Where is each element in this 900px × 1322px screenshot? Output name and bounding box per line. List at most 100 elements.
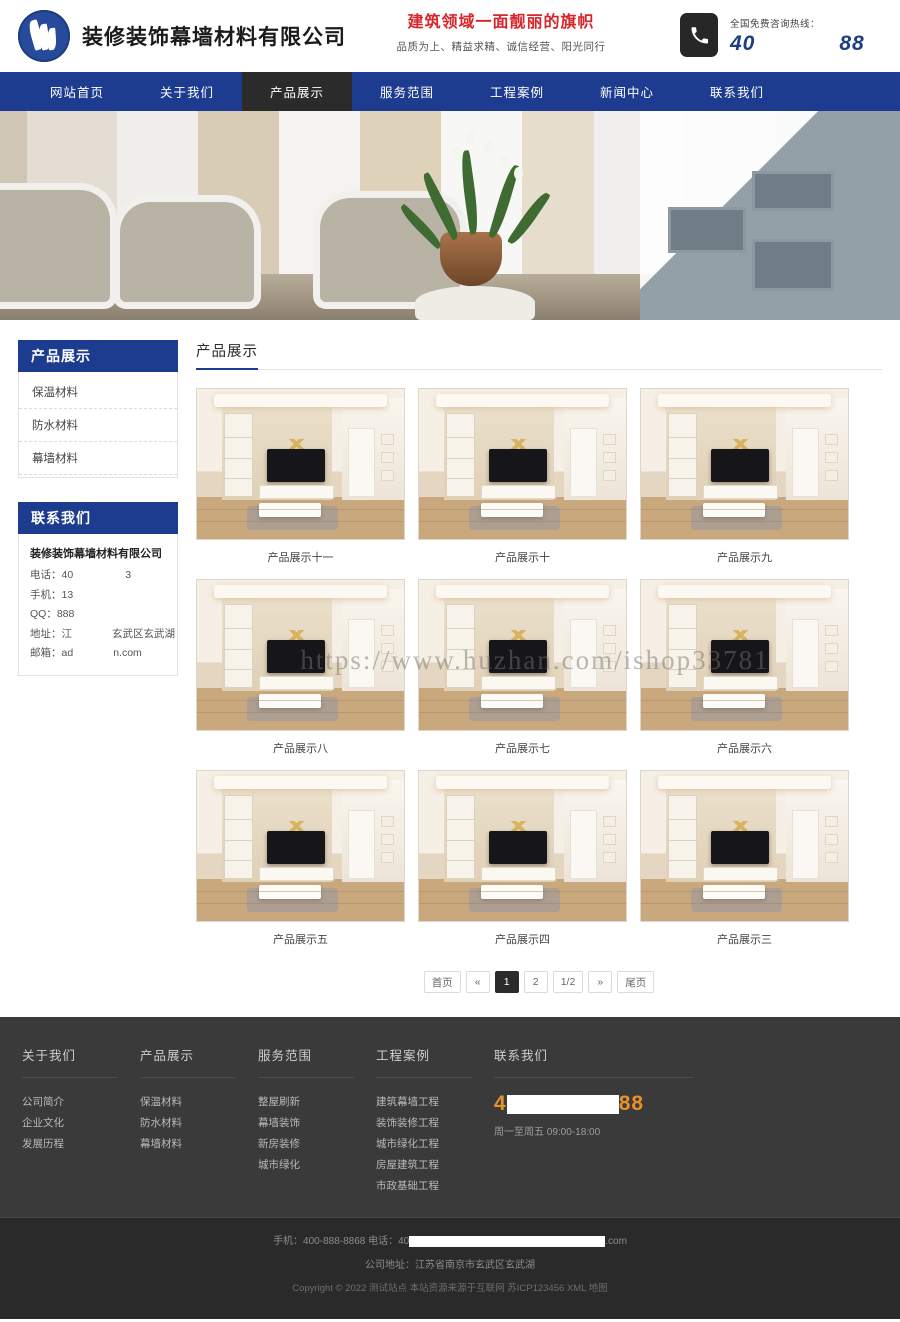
product-caption: 产品展示四	[495, 934, 550, 946]
sidebar-category-curtainwall[interactable]: 幕墙材料	[19, 442, 177, 475]
footer-link-culture[interactable]: 企业文化	[22, 1113, 140, 1134]
footer-phone-prefix: 4	[494, 1092, 507, 1115]
hotline-label: 全国免费咨询热线：	[730, 19, 821, 30]
footer-link-case-municipal[interactable]: 市政基础工程	[376, 1176, 494, 1197]
contact-label-email: 邮箱：	[30, 647, 62, 660]
product-card[interactable]: 产品展示五	[196, 770, 405, 947]
pagination-last[interactable]: 尾页	[617, 971, 655, 993]
brand-block[interactable]: 装修装饰幕墙材料有限公司	[18, 10, 346, 62]
product-card[interactable]: 产品展示四	[418, 770, 627, 947]
product-caption: 产品展示七	[495, 743, 550, 755]
footer-column-services: 服务范围 整屋刷新 幕墙装饰 新房装修 城市绿化	[258, 1045, 376, 1197]
sidebar-contact-qq: QQ：888	[30, 605, 166, 624]
footer-heading-about: 关于我们	[22, 1045, 118, 1078]
sidebar-contact-tel: 电话：40 3	[30, 566, 166, 585]
product-caption: 产品展示三	[717, 934, 772, 946]
product-card[interactable]: 产品展示九	[640, 388, 849, 565]
product-image[interactable]	[418, 770, 627, 922]
footer-column-about: 关于我们 公司简介 企业文化 发展历程	[22, 1045, 140, 1197]
page-title-bar: 产品展示	[196, 340, 882, 370]
hotline-number: 40 88	[730, 32, 882, 56]
sidebar-contact-panel: 联系我们 装修装饰幕墙材料有限公司 电话：40 3 手机：13 QQ：888 地址…	[18, 502, 178, 677]
content-column: 产品展示 产品展示十一 产品展示十 产品展示九 产品展示八 产品展示七 产品展示六 产品展示…	[196, 340, 882, 993]
nav-item-news[interactable]: 新闻中心	[572, 72, 682, 111]
footer-link-case-building[interactable]: 房屋建筑工程	[376, 1155, 494, 1176]
phone-handset-icon	[680, 13, 718, 57]
footer-link-case-curtainwall[interactable]: 建筑幕墙工程	[376, 1092, 494, 1113]
nav-item-contact[interactable]: 联系我们	[682, 72, 792, 111]
sidebar: 产品展示 保温材料 防水材料 幕墙材料 联系我们 装修装饰幕墙材料有限公司 电话…	[18, 340, 178, 700]
footer-link-refresh[interactable]: 整屋刷新	[258, 1092, 376, 1113]
nav-item-about[interactable]: 关于我们	[132, 72, 242, 111]
product-image[interactable]	[640, 579, 849, 731]
footer-link-facade-decor[interactable]: 幕墙装饰	[258, 1113, 376, 1134]
pagination-page-2[interactable]: 2	[523, 971, 548, 993]
contact-value-qq: 888	[56, 608, 75, 621]
product-image[interactable]	[640, 388, 849, 540]
footer-bottom-address: 公司地址：江苏省南京市玄武区玄武湖	[365, 1260, 535, 1271]
footer-link-greening[interactable]: 城市绿化	[258, 1155, 376, 1176]
product-image[interactable]	[196, 770, 405, 922]
product-card[interactable]: 产品展示八	[196, 579, 405, 756]
footer-link-curtainwall[interactable]: 幕墙材料	[140, 1134, 258, 1155]
product-grid: 产品展示十一 产品展示十 产品展示九产品展示八 产品展示七 产品展示六产品展示五 产品展示…	[196, 388, 882, 947]
sidebar-contact-company: 装修装饰幕墙材料有限公司	[30, 548, 162, 560]
product-image[interactable]	[418, 388, 627, 540]
hero-side-table	[415, 286, 535, 320]
footer-link-case-decoration[interactable]: 装饰装修工程	[376, 1113, 494, 1134]
nav-item-cases[interactable]: 工程案例	[462, 72, 572, 111]
main-navigation: 网站首页 关于我们 产品展示 服务范围 工程案例 新闻中心 联系我们	[0, 72, 900, 111]
product-image[interactable]	[196, 579, 405, 731]
footer-copyright: Copyright © 2022 测试站点 本站资源来源于互联网 苏ICP123…	[292, 1283, 608, 1294]
contact-label-qq: QQ：	[30, 608, 57, 621]
pagination-prev[interactable]: «	[465, 971, 490, 993]
page-title: 产品展示	[196, 340, 258, 370]
sidebar-category-insulation[interactable]: 保温材料	[19, 376, 177, 409]
footer-link-company-profile[interactable]: 公司简介	[22, 1092, 140, 1113]
product-card[interactable]: 产品展示七	[418, 579, 627, 756]
contact-value-address-prefix: 江	[61, 627, 73, 640]
pagination-counter: 1/2	[552, 971, 584, 993]
product-caption: 产品展示十	[495, 552, 550, 564]
product-image[interactable]	[196, 388, 405, 540]
product-image[interactable]	[418, 579, 627, 731]
footer-link-waterproof[interactable]: 防水材料	[140, 1113, 258, 1134]
product-caption: 产品展示八	[273, 743, 328, 755]
main-content-area: 产品展示 保温材料 防水材料 幕墙材料 联系我们 装修装饰幕墙材料有限公司 电话…	[0, 320, 900, 1017]
pagination-first[interactable]: 首页	[423, 971, 461, 993]
contact-label-address: 地址：	[30, 627, 62, 640]
product-card[interactable]: 产品展示十	[418, 388, 627, 565]
footer-link-insulation[interactable]: 保温材料	[140, 1092, 258, 1113]
hero-chair-mid	[120, 202, 254, 302]
contact-label-mobile: 手机：	[30, 588, 62, 601]
footer-link-history[interactable]: 发展历程	[22, 1134, 140, 1155]
redaction-box	[409, 1235, 606, 1247]
slogan-main: 建筑领域一面靓丽的旗帜	[407, 12, 595, 31]
product-card[interactable]: 产品展示三	[640, 770, 849, 947]
pagination-next[interactable]: »	[588, 971, 613, 993]
product-card[interactable]: 产品展示六	[640, 579, 849, 756]
redaction-box	[755, 34, 840, 55]
product-image[interactable]	[640, 770, 849, 922]
nav-item-services[interactable]: 服务范围	[352, 72, 462, 111]
sidebar-category-waterproof[interactable]: 防水材料	[19, 409, 177, 442]
pagination-page-1[interactable]: 1	[494, 971, 519, 993]
footer-columns: 关于我们 公司简介 企业文化 发展历程 产品展示 保温材料 防水材料 幕墙材料 …	[22, 1045, 878, 1197]
contact-value-mobile-prefix: 13	[61, 588, 74, 601]
hotline-number-suffix: 88	[839, 32, 865, 55]
product-caption: 产品展示六	[717, 743, 772, 755]
redaction-box	[73, 570, 126, 582]
nav-item-home[interactable]: 网站首页	[22, 72, 132, 111]
contact-value-email-suffix: n.com	[113, 647, 142, 660]
slogan-block: 建筑领域一面靓丽的旗帜 品质为上、精益求精、诚信经营、阳光同行	[376, 8, 626, 54]
sidebar-products-list: 保温材料 防水材料 幕墙材料	[18, 372, 178, 478]
contact-label-tel: 电话：	[30, 569, 62, 582]
footer-column-products: 产品展示 保温材料 防水材料 幕墙材料	[140, 1045, 258, 1197]
footer-link-case-greening[interactable]: 城市绿化工程	[376, 1134, 494, 1155]
site-footer: 关于我们 公司简介 企业文化 发展历程 产品展示 保温材料 防水材料 幕墙材料 …	[0, 1017, 900, 1217]
product-caption: 产品展示九	[717, 552, 772, 564]
footer-link-new-home[interactable]: 新房装修	[258, 1134, 376, 1155]
site-header: 装修装饰幕墙材料有限公司 建筑领域一面靓丽的旗帜 品质为上、精益求精、诚信经营、…	[0, 0, 900, 72]
nav-item-products[interactable]: 产品展示	[242, 72, 352, 111]
product-card[interactable]: 产品展示十一	[196, 388, 405, 565]
